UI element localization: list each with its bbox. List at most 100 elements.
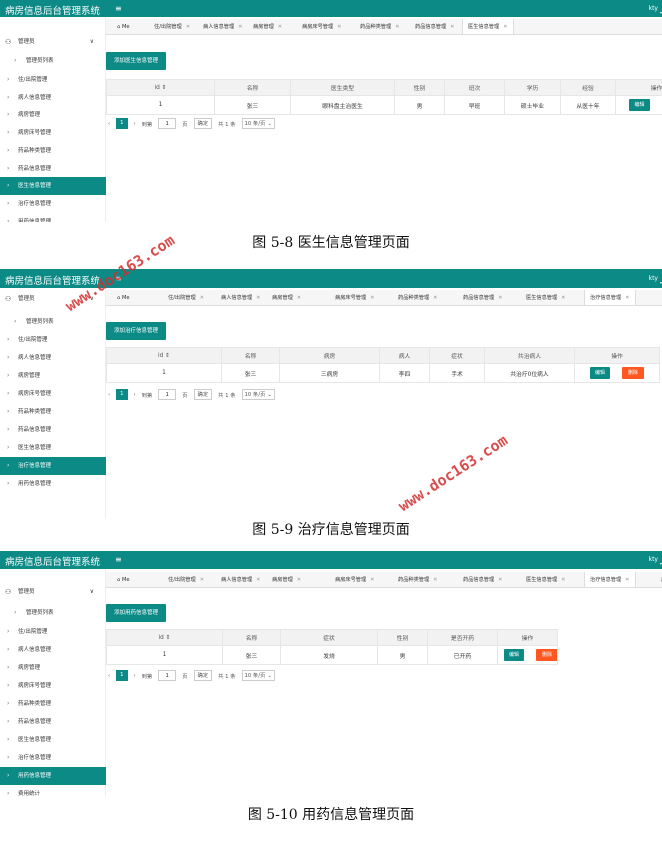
sidebar-item[interactable]: › 费用统计 bbox=[0, 785, 106, 796]
add-button[interactable]: 添加医生信息管理 bbox=[106, 52, 167, 70]
sidebar-item[interactable]: › 药品种类管理 bbox=[0, 695, 106, 713]
sidebar-item[interactable]: › 住/出院管理 bbox=[0, 331, 106, 349]
sidebar-item[interactable]: › 病人信息管理 bbox=[0, 89, 106, 107]
close-icon[interactable]: ✕ bbox=[200, 295, 204, 301]
next-page-icon[interactable]: › bbox=[134, 121, 136, 127]
tab-4[interactable]: 病房床号管理 ✕ bbox=[297, 19, 347, 34]
sidebar-item[interactable]: › 治疗信息管理 bbox=[0, 195, 106, 213]
tab-7[interactable]: 医生信息管理 ✕ bbox=[521, 290, 571, 305]
sidebar-item[interactable]: › 医生信息管理 bbox=[0, 731, 106, 749]
sidebar-item[interactable]: › 药品信息管理 bbox=[0, 713, 106, 731]
close-icon[interactable]: ✕ bbox=[561, 295, 565, 301]
page-number[interactable]: 1 bbox=[116, 118, 128, 129]
sidebar-item[interactable]: › 住/出院管理 bbox=[0, 71, 106, 89]
sidebar-item[interactable]: › 病房床号管理 bbox=[0, 124, 106, 142]
per-page-select[interactable]: 10 条/页 ⌄ bbox=[241, 389, 275, 400]
sidebar-item[interactable]: › 病房管理 bbox=[0, 367, 106, 385]
sidebar-item[interactable]: › 医生信息管理 bbox=[0, 177, 106, 195]
edit-button[interactable]: 编辑 bbox=[589, 367, 610, 379]
tab-5[interactable]: 药品种类管理 ✕ bbox=[355, 19, 405, 34]
add-button[interactable]: 添加治疗信息管理 bbox=[106, 322, 167, 340]
tab-5[interactable]: 药品种类管理 ✕ bbox=[393, 290, 443, 305]
tab-0[interactable]: ⌂ Me bbox=[112, 572, 135, 587]
edit-button[interactable]: 编辑 bbox=[504, 649, 525, 661]
sidebar-item[interactable]: › 管理员列表 bbox=[0, 313, 106, 331]
tab-1[interactable]: 住/出院管理 ✕ bbox=[149, 19, 195, 34]
tab-6[interactable]: 药品信息管理 ✕ bbox=[458, 572, 508, 587]
tab-0[interactable]: ⌂ Me bbox=[112, 19, 135, 34]
close-icon[interactable]: ✕ bbox=[395, 24, 399, 30]
tab-3[interactable]: 病房管理 ✕ bbox=[267, 290, 306, 305]
sidebar-item[interactable]: › 病房管理 bbox=[0, 659, 106, 677]
close-icon[interactable]: ✕ bbox=[337, 24, 341, 30]
column-header[interactable]: id ⇕ bbox=[106, 347, 222, 364]
tab-5[interactable]: 药品种类管理 ✕ bbox=[393, 572, 443, 587]
tab-9[interactable]: 用 bbox=[656, 572, 662, 587]
tab-6[interactable]: 药品信息管理 ✕ bbox=[410, 19, 460, 34]
delete-button[interactable]: 删除 bbox=[622, 367, 645, 379]
page-number[interactable]: 1 bbox=[116, 670, 128, 681]
sidebar-item[interactable]: › 用药信息管理 bbox=[0, 213, 106, 222]
sidebar-item[interactable]: › 药品种类管理 bbox=[0, 403, 106, 421]
close-icon[interactable]: ✕ bbox=[433, 577, 437, 583]
next-page-icon[interactable]: › bbox=[134, 673, 136, 679]
sidebar-item[interactable]: ⚇ ∨ 管理员 bbox=[0, 33, 106, 51]
close-icon[interactable]: ✕ bbox=[370, 295, 374, 301]
close-icon[interactable]: ✕ bbox=[186, 24, 190, 30]
close-icon[interactable]: ✕ bbox=[256, 295, 260, 301]
sidebar-item[interactable]: › 病房床号管理 bbox=[0, 677, 106, 695]
close-icon[interactable]: ✕ bbox=[256, 577, 260, 583]
sidebar-item[interactable]: › 管理员列表 bbox=[0, 52, 106, 70]
close-icon[interactable]: ✕ bbox=[498, 295, 502, 301]
confirm-button[interactable]: 确定 bbox=[193, 670, 213, 681]
menu-toggle-icon[interactable]: ≡ bbox=[115, 555, 122, 564]
close-icon[interactable]: ✕ bbox=[450, 24, 454, 30]
sidebar-item[interactable]: › 药品种类管理 bbox=[0, 142, 106, 160]
user-name[interactable]: kty bbox=[649, 5, 658, 12]
edit-button[interactable]: 编辑 bbox=[629, 99, 650, 111]
sidebar-item[interactable]: › 用药信息管理 bbox=[0, 767, 106, 785]
sidebar-item[interactable]: ⚇ ∨ 管理员 bbox=[0, 583, 106, 601]
goto-page-input[interactable]: 1 bbox=[158, 670, 177, 681]
close-icon[interactable]: ✕ bbox=[297, 577, 301, 583]
sidebar-item[interactable]: › 病房床号管理 bbox=[0, 385, 106, 403]
confirm-button[interactable]: 确定 bbox=[193, 118, 213, 129]
prev-page-icon[interactable]: ‹ bbox=[108, 392, 110, 398]
tab-2[interactable]: 病人信息管理 ✕ bbox=[216, 572, 266, 587]
tab-2[interactable]: 病人信息管理 ✕ bbox=[216, 290, 266, 305]
sidebar-item[interactable]: › 药品信息管理 bbox=[0, 421, 106, 439]
delete-button[interactable]: 删除 bbox=[536, 649, 557, 661]
tab-1[interactable]: 住/出院管理 ✕ bbox=[163, 572, 209, 587]
sidebar-item[interactable]: › 病人信息管理 bbox=[0, 641, 106, 659]
per-page-select[interactable]: 10 条/页 ⌄ bbox=[241, 118, 275, 129]
tab-3[interactable]: 病房管理 ✕ bbox=[267, 572, 306, 587]
tab-7[interactable]: 医生信息管理 ✕ bbox=[462, 19, 514, 34]
tab-0[interactable]: ⌂ Me bbox=[112, 290, 135, 305]
sidebar-item[interactable]: › 药品信息管理 bbox=[0, 160, 106, 178]
tab-3[interactable]: 病房管理 ✕ bbox=[248, 19, 287, 34]
close-icon[interactable]: ✕ bbox=[200, 577, 204, 583]
prev-page-icon[interactable]: ‹ bbox=[108, 121, 110, 127]
close-icon[interactable]: ✕ bbox=[625, 577, 629, 583]
sidebar-item[interactable]: › 病人信息管理 bbox=[0, 349, 106, 367]
tab-8[interactable]: 治疗信息管理 ✕ bbox=[584, 572, 636, 587]
close-icon[interactable]: ✕ bbox=[370, 577, 374, 583]
close-icon[interactable]: ✕ bbox=[433, 295, 437, 301]
tab-4[interactable]: 病房床号管理 ✕ bbox=[330, 572, 380, 587]
sidebar-item[interactable]: › 治疗信息管理 bbox=[0, 749, 106, 767]
close-icon[interactable]: ✕ bbox=[278, 24, 282, 30]
prev-page-icon[interactable]: ‹ bbox=[108, 673, 110, 679]
sidebar-item[interactable]: › 用药信息管理 bbox=[0, 475, 106, 493]
tab-7[interactable]: 医生信息管理 ✕ bbox=[521, 572, 571, 587]
tab-2[interactable]: 病人信息管理 ✕ bbox=[198, 19, 248, 34]
goto-page-input[interactable]: 1 bbox=[158, 118, 177, 129]
page-number[interactable]: 1 bbox=[116, 389, 128, 400]
add-button[interactable]: 添加用药信息管理 bbox=[106, 604, 167, 622]
goto-page-input[interactable]: 1 bbox=[158, 389, 177, 400]
sidebar-item[interactable]: › 病房管理 bbox=[0, 106, 106, 124]
close-icon[interactable]: ✕ bbox=[238, 24, 242, 30]
column-header[interactable]: id ⇕ bbox=[106, 79, 215, 96]
tab-1[interactable]: 住/出院管理 ✕ bbox=[163, 290, 209, 305]
sidebar-item[interactable]: › 医生信息管理 bbox=[0, 439, 106, 457]
close-icon[interactable]: ✕ bbox=[625, 295, 629, 301]
